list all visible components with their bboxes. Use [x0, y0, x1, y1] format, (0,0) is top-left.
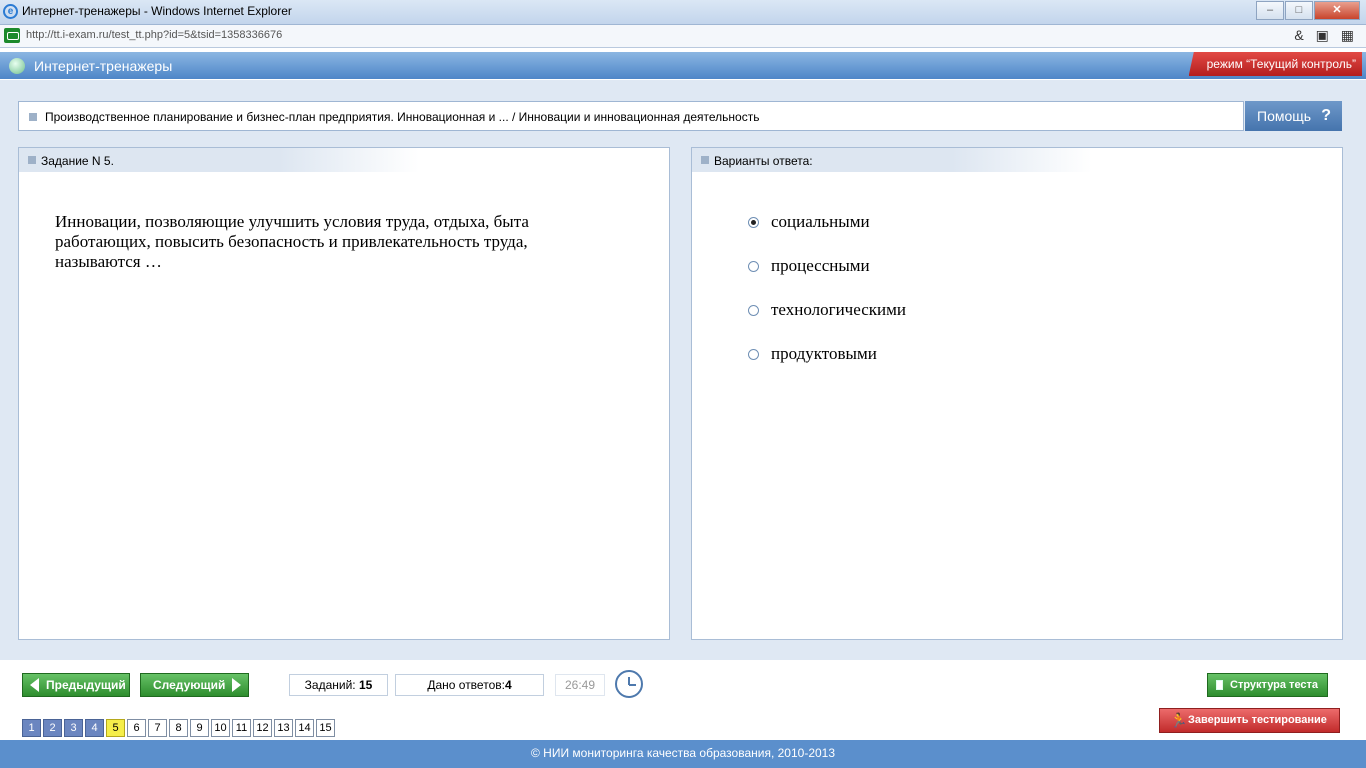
radio-button[interactable]	[748, 260, 759, 272]
question-text: Инновации, позволяющие улучшить условия …	[55, 212, 529, 271]
tasks-count-value: 15	[358, 678, 373, 692]
page-number-button[interactable]: 8	[169, 719, 188, 737]
previous-button[interactable]: Предыдущий	[22, 673, 130, 697]
answered-count-value: 4	[504, 678, 512, 692]
answered-count-box: Дано ответов:4	[395, 674, 544, 696]
window-titlebar: e Интернет-тренажеры - Windows Internet …	[0, 0, 1366, 25]
window-controls: – □ ✕	[1255, 1, 1360, 20]
answer-option[interactable]: продуктовыми	[748, 344, 877, 364]
page-navigator: 1 2 3 4 5 6 7 8 9 10 11 12 13 14 15	[22, 719, 337, 737]
running-man-icon: 🏃	[1170, 712, 1188, 728]
address-bar[interactable]: http://tt.i-exam.ru/test_tt.php?id=5&tsi…	[0, 25, 1366, 48]
next-label: Следующий	[153, 678, 226, 692]
finish-test-button[interactable]: 🏃 Завершить тестирование	[1159, 708, 1340, 733]
answer-label[interactable]: социальными	[771, 212, 870, 232]
finish-test-label: Завершить тестирование	[1188, 714, 1327, 726]
url-field[interactable]: http://tt.i-exam.ru/test_tt.php?id=5&tsi…	[26, 29, 282, 41]
footer-copyright: © НИИ мониторинга качества образования, …	[0, 740, 1366, 768]
internet-explorer-icon: e	[3, 4, 18, 19]
page-number-button[interactable]: 4	[85, 719, 104, 737]
answer-label[interactable]: продуктовыми	[771, 344, 877, 364]
answer-label[interactable]: процессными	[771, 256, 870, 276]
page-number-button[interactable]: 7	[148, 719, 167, 737]
document-icon	[1216, 680, 1223, 690]
page-number-button[interactable]: 13	[274, 719, 293, 737]
tasks-count-label: Заданий:	[304, 678, 356, 692]
page-number-button[interactable]: 15	[316, 719, 335, 737]
maximize-button[interactable]: □	[1285, 1, 1313, 20]
timer: 26:49	[555, 674, 605, 696]
mode-badge: режим “Текущий контроль”	[1188, 52, 1362, 76]
clock-icon[interactable]	[615, 670, 643, 698]
answered-count-label: Дано ответов:	[427, 678, 505, 692]
app-header: Интернет-тренажеры режим “Текущий контро…	[0, 52, 1366, 79]
task-number: Задание N 5.	[41, 154, 114, 168]
bullet-square-icon	[29, 113, 37, 121]
site-favicon-icon	[4, 28, 20, 43]
page-number-button[interactable]: 3	[64, 719, 83, 737]
answer-label[interactable]: технологическими	[771, 300, 906, 320]
browser-tools-icon[interactable]: & ▣ ▦	[1294, 27, 1358, 44]
answers-panel-header: Варианты ответа:	[692, 148, 1092, 172]
radio-button[interactable]	[748, 216, 759, 228]
next-button[interactable]: Следующий	[140, 673, 249, 697]
arrow-left-icon	[30, 678, 39, 692]
page-number-button[interactable]: 14	[295, 719, 314, 737]
test-structure-button[interactable]: Структура теста	[1207, 673, 1328, 697]
page-number-button[interactable]: 6	[127, 719, 146, 737]
page-number-button[interactable]: 5	[106, 719, 125, 737]
page-number-button[interactable]: 1	[22, 719, 41, 737]
answer-option[interactable]: социальными	[748, 212, 870, 232]
answers-header: Варианты ответа:	[714, 154, 813, 168]
radio-button[interactable]	[748, 348, 759, 360]
task-panel: Задание N 5. Инновации, позволяющие улуч…	[18, 147, 670, 640]
previous-label: Предыдущий	[46, 678, 126, 692]
answer-option[interactable]: процессными	[748, 256, 870, 276]
breadcrumb: Производственное планирование и бизнес-п…	[18, 101, 1244, 131]
test-structure-label: Структура теста	[1230, 679, 1319, 691]
radio-button[interactable]	[748, 304, 759, 316]
breadcrumb-text: Производственное планирование и бизнес-п…	[45, 110, 760, 124]
answer-option[interactable]: технологическими	[748, 300, 906, 320]
question-mark-icon: ?	[1321, 107, 1331, 124]
task-panel-header: Задание N 5.	[19, 148, 419, 172]
page-number-button[interactable]: 12	[253, 719, 272, 737]
window-title: Интернет-тренажеры - Windows Internet Ex…	[22, 4, 292, 18]
bullet-square-icon	[28, 156, 36, 164]
answers-panel: Варианты ответа: социальными процессными…	[691, 147, 1343, 640]
app-logo-icon	[9, 58, 25, 74]
page-number-button[interactable]: 11	[232, 719, 251, 737]
bullet-square-icon	[701, 156, 709, 164]
minimize-button[interactable]: –	[1256, 1, 1284, 20]
page-number-button[interactable]: 2	[43, 719, 62, 737]
page-number-button[interactable]: 10	[211, 719, 230, 737]
tasks-count-box: Заданий: 15	[289, 674, 388, 696]
help-label: Помощь	[1257, 108, 1312, 124]
help-button[interactable]: Помощь ?	[1245, 101, 1342, 131]
arrow-right-icon	[232, 678, 241, 692]
close-button[interactable]: ✕	[1314, 1, 1360, 20]
page-number-button[interactable]: 9	[190, 719, 209, 737]
app-title: Интернет-тренажеры	[34, 58, 173, 74]
